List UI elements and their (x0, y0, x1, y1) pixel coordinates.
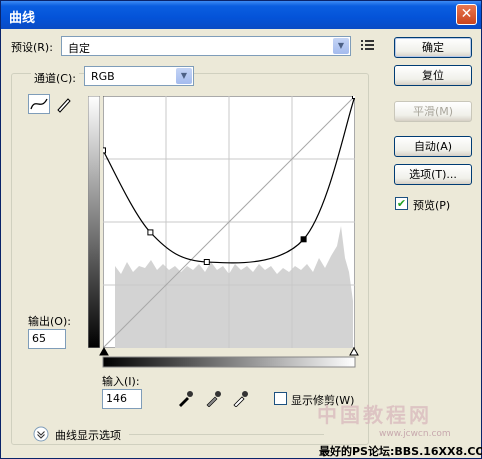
curves-dialog: 曲线 ✕ 预设(R): 自定 ▼ 确定 复位 平滑(M) 自动(A) 选项(T)… (0, 0, 482, 459)
white-eyedropper-icon[interactable] (231, 389, 249, 407)
curve-point[interactable] (103, 147, 106, 154)
preset-options-icon[interactable] (361, 39, 375, 51)
ok-button[interactable]: 确定 (394, 37, 472, 58)
title-bar[interactable]: 曲线 ✕ (1, 1, 481, 29)
curve-tool-icon (30, 98, 48, 110)
display-options-label: 曲线显示选项 (55, 429, 121, 442)
curve-point-tool[interactable] (28, 94, 50, 114)
preset-value: 自定 (68, 42, 90, 55)
input-field[interactable]: 146 (102, 389, 142, 409)
chevron-down-icon: ▼ (333, 38, 349, 54)
divider (129, 434, 324, 435)
watermark-url: www.jcwcn.com (379, 429, 451, 439)
white-point-slider[interactable] (349, 347, 359, 356)
pencil-tool[interactable] (53, 94, 75, 114)
curve-point[interactable] (203, 259, 210, 265)
curve-point[interactable] (147, 229, 154, 236)
window-title: 曲线 (9, 11, 36, 26)
options-button[interactable]: 选项(T)... (394, 164, 472, 185)
preview-label: 预览(P) (413, 199, 451, 212)
watermark-bbs: 最好的PS论坛:BBS.16XX8.COM (319, 445, 482, 458)
curve-graph[interactable] (103, 96, 355, 348)
channel-select[interactable]: RGB ▼ (84, 66, 194, 86)
black-point-slider[interactable] (99, 347, 109, 356)
reset-button[interactable]: 复位 (394, 65, 472, 86)
preset-select[interactable]: 自定 ▼ (61, 36, 351, 56)
channel-value: RGB (91, 70, 115, 83)
close-icon[interactable]: ✕ (456, 4, 477, 25)
channel-label: 通道(C): (31, 70, 79, 86)
input-label: 输入(I): (102, 375, 140, 388)
output-field[interactable]: 65 (28, 329, 66, 349)
expand-chevron-icon[interactable] (33, 426, 49, 442)
preset-label: 预设(R): (11, 41, 53, 54)
preview-checkbox[interactable]: ✔ (395, 197, 408, 210)
output-label: 输出(O): (28, 315, 71, 328)
curve-point-selected[interactable] (300, 236, 307, 243)
pencil-icon (57, 98, 71, 113)
watermark-logo: 中国教程网 (317, 403, 432, 427)
auto-button[interactable]: 自动(A) (394, 136, 472, 157)
black-eyedropper-icon[interactable] (176, 389, 194, 407)
smooth-button[interactable]: 平滑(M) (394, 101, 472, 122)
chevron-down-icon: ▼ (176, 68, 192, 84)
output-gradient (88, 96, 100, 348)
input-gradient (99, 347, 359, 368)
gray-eyedropper-icon[interactable] (204, 389, 222, 407)
curve-point[interactable] (352, 96, 356, 99)
show-clipping-checkbox[interactable] (274, 392, 287, 405)
